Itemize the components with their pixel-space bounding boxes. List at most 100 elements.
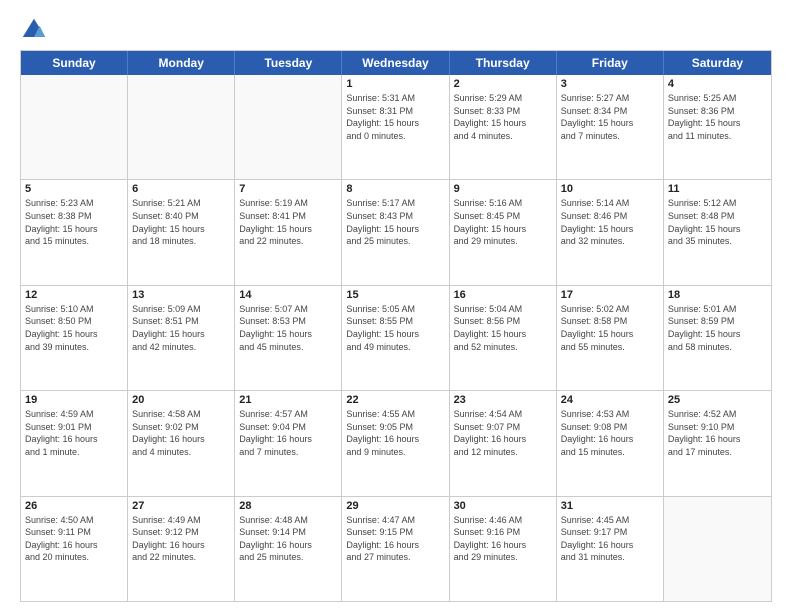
day-number: 28 (239, 500, 337, 512)
calendar-week-row: 26 Sunrise: 4:50 AM Sunset: 9:11 PM Dayli… (21, 497, 771, 601)
day-number: 4 (668, 78, 767, 90)
day-info: Sunrise: 5:14 AM Sunset: 8:46 PM Dayligh… (561, 197, 659, 247)
calendar-header-cell: Friday (557, 51, 664, 75)
calendar-cell: 5 Sunrise: 5:23 AM Sunset: 8:38 PM Daylig… (21, 180, 128, 284)
day-number: 21 (239, 394, 337, 406)
day-info: Sunrise: 5:25 AM Sunset: 8:36 PM Dayligh… (668, 92, 767, 142)
day-info: Sunrise: 5:09 AM Sunset: 8:51 PM Dayligh… (132, 303, 230, 353)
header (20, 16, 772, 44)
calendar-header-cell: Wednesday (342, 51, 449, 75)
day-info: Sunrise: 5:17 AM Sunset: 8:43 PM Dayligh… (346, 197, 444, 247)
day-info: Sunrise: 5:29 AM Sunset: 8:33 PM Dayligh… (454, 92, 552, 142)
calendar-cell: 25 Sunrise: 4:52 AM Sunset: 9:10 PM Dayli… (664, 391, 771, 495)
calendar-cell: 20 Sunrise: 4:58 AM Sunset: 9:02 PM Dayli… (128, 391, 235, 495)
day-info: Sunrise: 5:01 AM Sunset: 8:59 PM Dayligh… (668, 303, 767, 353)
day-info: Sunrise: 4:58 AM Sunset: 9:02 PM Dayligh… (132, 408, 230, 458)
calendar-cell: 22 Sunrise: 4:55 AM Sunset: 9:05 PM Dayli… (342, 391, 449, 495)
day-info: Sunrise: 5:12 AM Sunset: 8:48 PM Dayligh… (668, 197, 767, 247)
day-number: 16 (454, 289, 552, 301)
day-number: 19 (25, 394, 123, 406)
calendar-cell (235, 75, 342, 179)
day-number: 12 (25, 289, 123, 301)
day-number: 18 (668, 289, 767, 301)
calendar-cell: 31Sunrise: 4:45 AM Sunset: 9:17 PM Dayli… (557, 497, 664, 601)
day-info: Sunrise: 5:23 AM Sunset: 8:38 PM Dayligh… (25, 197, 123, 247)
day-info: Sunrise: 4:46 AM Sunset: 9:16 PM Dayligh… (454, 514, 552, 564)
calendar-cell: 7Sunrise: 5:19 AM Sunset: 8:41 PM Daylig… (235, 180, 342, 284)
day-number: 14 (239, 289, 337, 301)
calendar-cell: 13Sunrise: 5:09 AM Sunset: 8:51 PM Dayli… (128, 286, 235, 390)
day-info: Sunrise: 5:31 AM Sunset: 8:31 PM Dayligh… (346, 92, 444, 142)
day-info: Sunrise: 5:16 AM Sunset: 8:45 PM Dayligh… (454, 197, 552, 247)
calendar-cell: 4 Sunrise: 5:25 AM Sunset: 8:36 PM Daylig… (664, 75, 771, 179)
calendar-cell: 9Sunrise: 5:16 AM Sunset: 8:45 PM Daylig… (450, 180, 557, 284)
calendar-week-row: 19 Sunrise: 4:59 AM Sunset: 9:01 PM Dayli… (21, 391, 771, 496)
calendar-cell: 8Sunrise: 5:17 AM Sunset: 8:43 PM Daylig… (342, 180, 449, 284)
day-info: Sunrise: 4:55 AM Sunset: 9:05 PM Dayligh… (346, 408, 444, 458)
day-number: 1 (346, 78, 444, 90)
day-info: Sunrise: 4:48 AM Sunset: 9:14 PM Dayligh… (239, 514, 337, 564)
calendar-header-cell: Monday (128, 51, 235, 75)
day-info: Sunrise: 4:53 AM Sunset: 9:08 PM Dayligh… (561, 408, 659, 458)
calendar-cell: 15 Sunrise: 5:05 AM Sunset: 8:55 PM Dayli… (342, 286, 449, 390)
calendar-header-cell: Sunday (21, 51, 128, 75)
calendar-header-cell: Tuesday (235, 51, 342, 75)
day-info: Sunrise: 5:27 AM Sunset: 8:34 PM Dayligh… (561, 92, 659, 142)
day-number: 31 (561, 500, 659, 512)
day-info: Sunrise: 5:05 AM Sunset: 8:55 PM Dayligh… (346, 303, 444, 353)
day-info: Sunrise: 4:57 AM Sunset: 9:04 PM Dayligh… (239, 408, 337, 458)
logo (20, 16, 52, 44)
calendar-week-row: 1 Sunrise: 5:31 AM Sunset: 8:31 PM Daylig… (21, 75, 771, 180)
calendar-week-row: 12 Sunrise: 5:10 AM Sunset: 8:50 PM Dayli… (21, 286, 771, 391)
day-number: 22 (346, 394, 444, 406)
day-number: 5 (25, 183, 123, 195)
calendar-cell: 19 Sunrise: 4:59 AM Sunset: 9:01 PM Dayli… (21, 391, 128, 495)
day-info: Sunrise: 5:21 AM Sunset: 8:40 PM Dayligh… (132, 197, 230, 247)
day-number: 11 (668, 183, 767, 195)
calendar-cell: 1 Sunrise: 5:31 AM Sunset: 8:31 PM Daylig… (342, 75, 449, 179)
day-number: 7 (239, 183, 337, 195)
calendar-cell (664, 497, 771, 601)
calendar-week-row: 5 Sunrise: 5:23 AM Sunset: 8:38 PM Daylig… (21, 180, 771, 285)
day-number: 3 (561, 78, 659, 90)
calendar-cell: 17 Sunrise: 5:02 AM Sunset: 8:58 PM Dayli… (557, 286, 664, 390)
calendar-cell: 3 Sunrise: 5:27 AM Sunset: 8:34 PM Daylig… (557, 75, 664, 179)
day-number: 15 (346, 289, 444, 301)
day-number: 26 (25, 500, 123, 512)
calendar-cell: 27Sunrise: 4:49 AM Sunset: 9:12 PM Dayli… (128, 497, 235, 601)
calendar-cell: 16 Sunrise: 5:04 AM Sunset: 8:56 PM Dayli… (450, 286, 557, 390)
day-info: Sunrise: 4:54 AM Sunset: 9:07 PM Dayligh… (454, 408, 552, 458)
day-info: Sunrise: 5:10 AM Sunset: 8:50 PM Dayligh… (25, 303, 123, 353)
day-info: Sunrise: 5:02 AM Sunset: 8:58 PM Dayligh… (561, 303, 659, 353)
day-number: 24 (561, 394, 659, 406)
day-number: 20 (132, 394, 230, 406)
day-info: Sunrise: 4:50 AM Sunset: 9:11 PM Dayligh… (25, 514, 123, 564)
calendar-cell: 14 Sunrise: 5:07 AM Sunset: 8:53 PM Dayli… (235, 286, 342, 390)
day-info: Sunrise: 4:52 AM Sunset: 9:10 PM Dayligh… (668, 408, 767, 458)
logo-icon (20, 16, 48, 44)
calendar-cell: 30 Sunrise: 4:46 AM Sunset: 9:16 PM Dayli… (450, 497, 557, 601)
day-info: Sunrise: 4:49 AM Sunset: 9:12 PM Dayligh… (132, 514, 230, 564)
day-info: Sunrise: 4:59 AM Sunset: 9:01 PM Dayligh… (25, 408, 123, 458)
calendar-cell: 2 Sunrise: 5:29 AM Sunset: 8:33 PM Daylig… (450, 75, 557, 179)
day-info: Sunrise: 5:04 AM Sunset: 8:56 PM Dayligh… (454, 303, 552, 353)
day-info: Sunrise: 4:47 AM Sunset: 9:15 PM Dayligh… (346, 514, 444, 564)
day-number: 30 (454, 500, 552, 512)
day-number: 10 (561, 183, 659, 195)
calendar-header-cell: Thursday (450, 51, 557, 75)
calendar-cell: 28 Sunrise: 4:48 AM Sunset: 9:14 PM Dayli… (235, 497, 342, 601)
calendar-header: SundayMondayTuesdayWednesdayThursdayFrid… (21, 51, 771, 75)
day-number: 23 (454, 394, 552, 406)
day-number: 2 (454, 78, 552, 90)
day-number: 25 (668, 394, 767, 406)
page: SundayMondayTuesdayWednesdayThursdayFrid… (0, 0, 792, 612)
day-number: 29 (346, 500, 444, 512)
day-number: 17 (561, 289, 659, 301)
calendar-cell: 18 Sunrise: 5:01 AM Sunset: 8:59 PM Dayli… (664, 286, 771, 390)
calendar-cell: 23 Sunrise: 4:54 AM Sunset: 9:07 PM Dayli… (450, 391, 557, 495)
day-info: Sunrise: 5:07 AM Sunset: 8:53 PM Dayligh… (239, 303, 337, 353)
calendar-body: 1 Sunrise: 5:31 AM Sunset: 8:31 PM Daylig… (21, 75, 771, 601)
calendar-cell: 10 Sunrise: 5:14 AM Sunset: 8:46 PM Dayli… (557, 180, 664, 284)
calendar-cell: 6Sunrise: 5:21 AM Sunset: 8:40 PM Daylig… (128, 180, 235, 284)
calendar-cell: 26 Sunrise: 4:50 AM Sunset: 9:11 PM Dayli… (21, 497, 128, 601)
